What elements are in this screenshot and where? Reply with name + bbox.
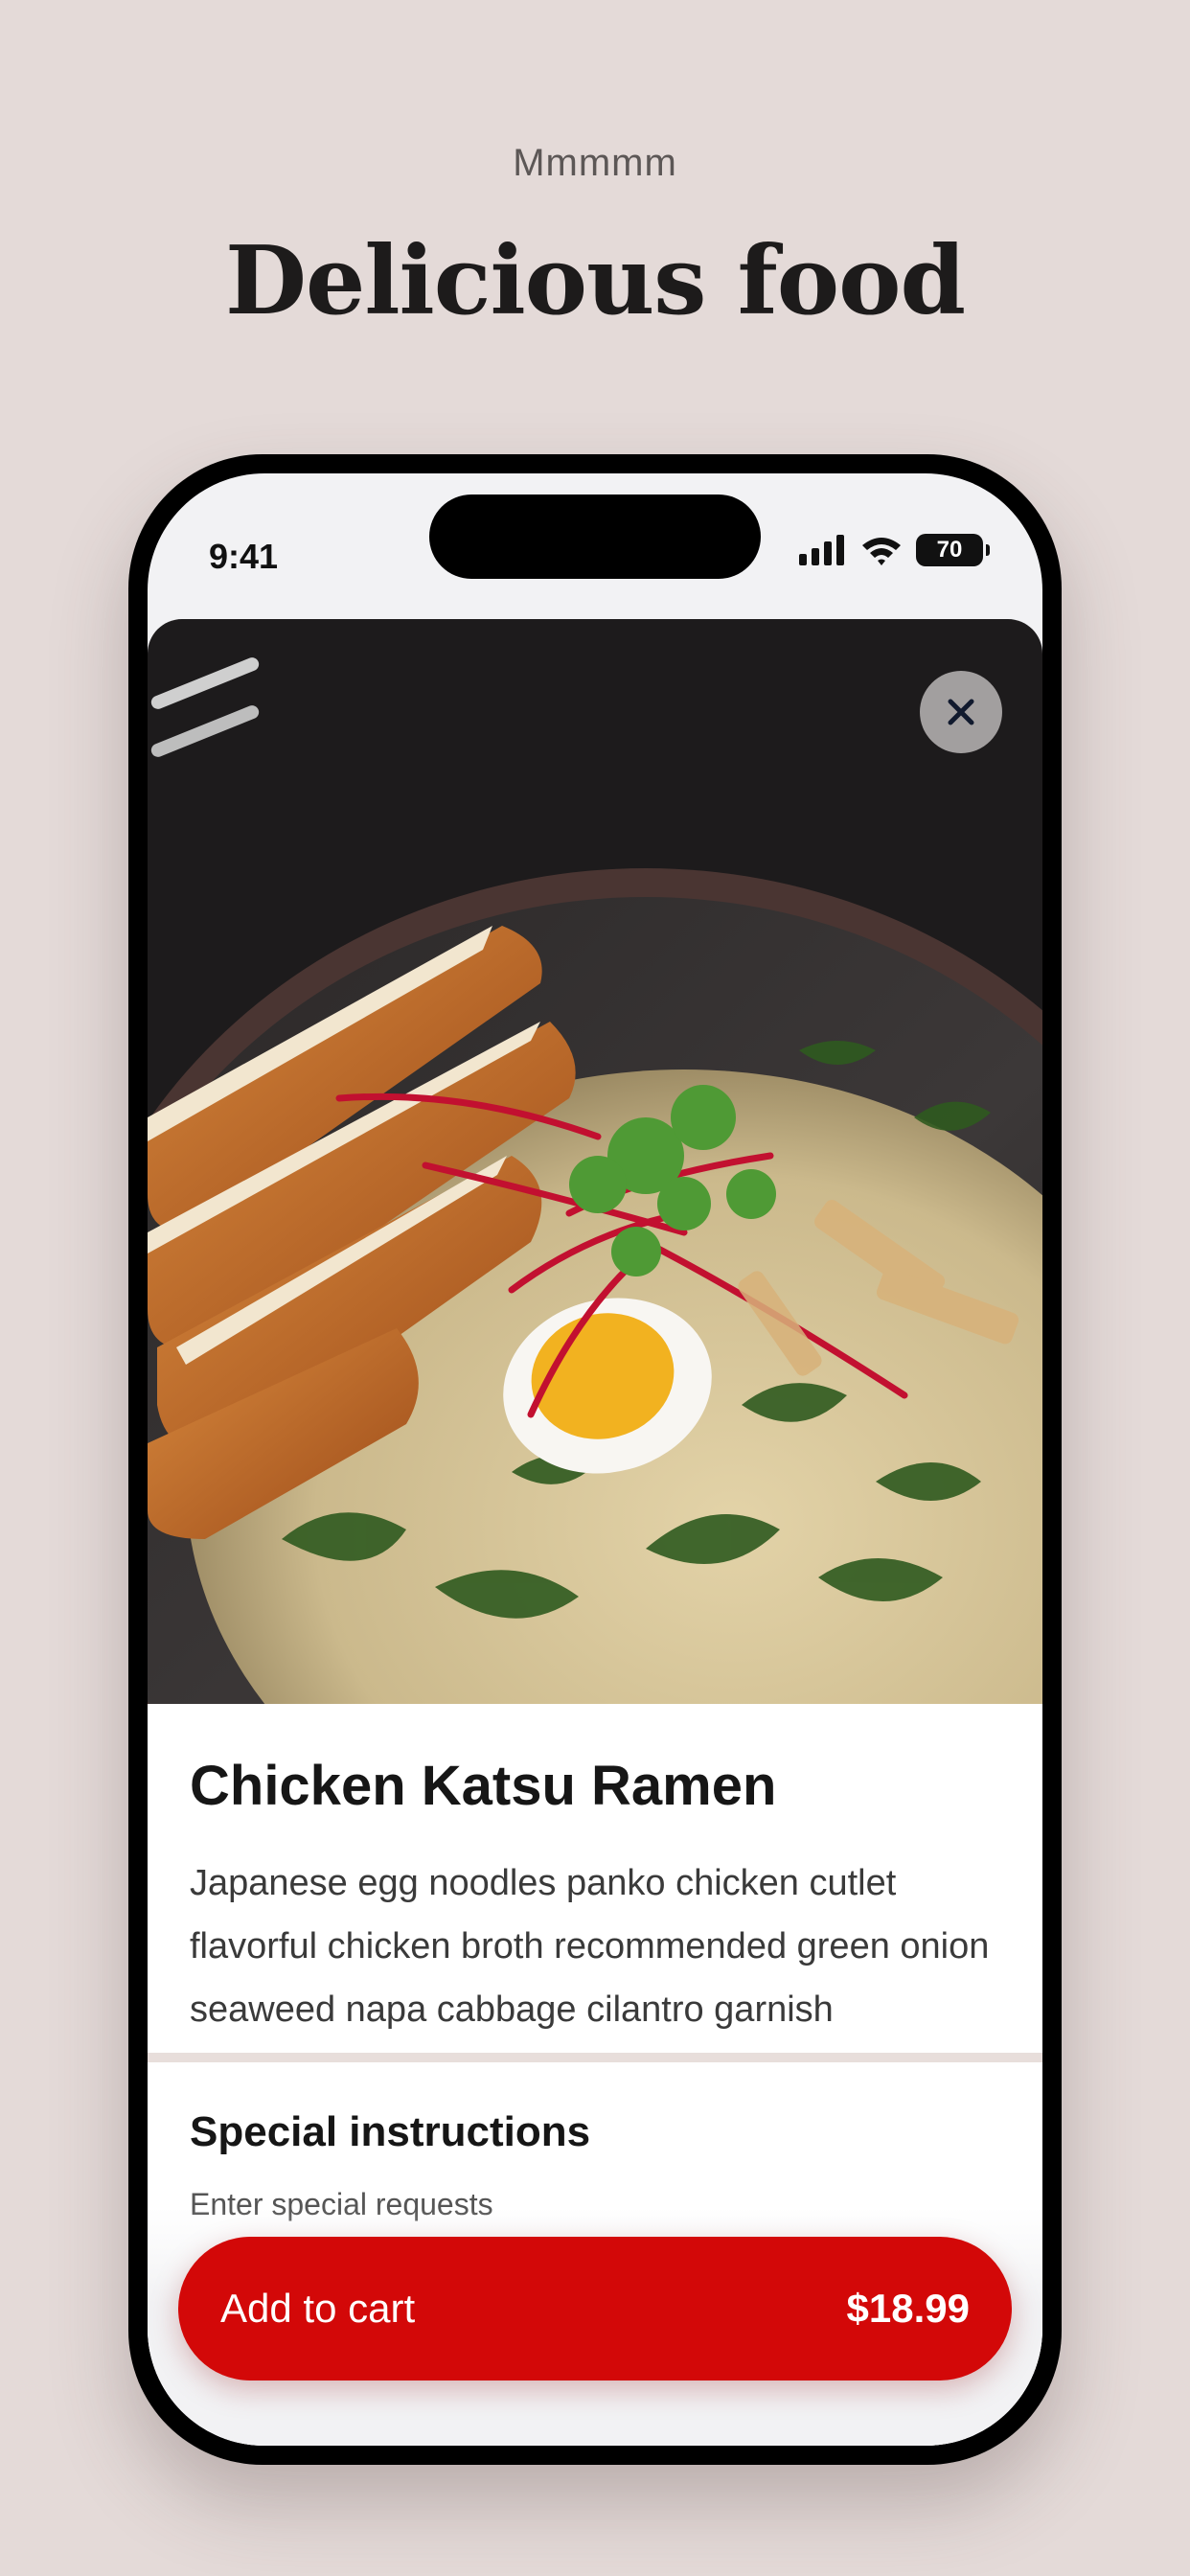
cart-price: $18.99 [846, 2286, 970, 2331]
close-icon [948, 699, 974, 725]
cellular-signal-icon [799, 535, 844, 565]
battery-icon: 70 [916, 534, 990, 566]
dynamic-island [429, 494, 761, 579]
product-description: Japanese egg noodles panko chicken cutle… [190, 1863, 990, 2030]
product-name: Chicken Katsu Ramen [190, 1755, 777, 1817]
product-sheet: Chicken Katsu Ramen Japanese egg noodles… [148, 619, 1042, 2446]
add-to-cart-label: Add to cart [220, 2286, 416, 2331]
add-to-cart-button[interactable]: Add to cart $18.99 [178, 2237, 1012, 2380]
special-instructions-title: Special instructions [190, 2108, 591, 2155]
product-photo [148, 619, 1042, 1704]
phone-screen: 9:41 70 Chicken Katsu Ramen Japanese egg… [148, 473, 1042, 2446]
phone-frame: 9:41 70 Chicken Katsu Ramen Japanese egg… [128, 454, 1062, 2465]
wifi-icon [862, 538, 901, 565]
page-eyebrow: Mmmmm [513, 142, 677, 184]
status-time: 9:41 [209, 537, 279, 576]
page-title: Delicious food [224, 226, 966, 336]
section-divider [148, 2053, 1042, 2062]
status-icons: 70 [799, 531, 990, 569]
close-button[interactable] [920, 671, 1002, 753]
